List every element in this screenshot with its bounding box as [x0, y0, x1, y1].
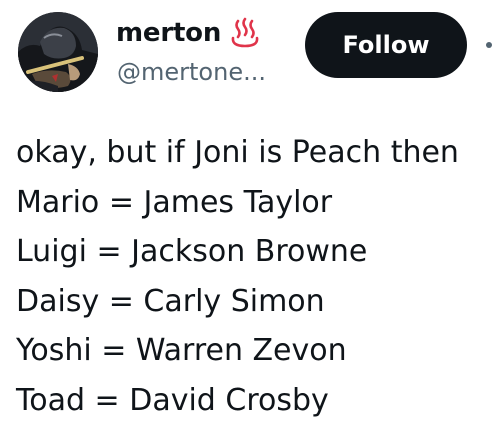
more-dot: [486, 42, 492, 48]
more-dots-icon[interactable]: [484, 30, 498, 60]
follow-button[interactable]: Follow: [305, 12, 467, 78]
tweet-line: Luigi = Jackson Browne: [16, 234, 368, 269]
tweet-line: Toad = David Crosby: [16, 382, 329, 418]
tweet-line: Mario = James Taylor: [16, 184, 333, 220]
tweet-line: Daisy = Carly Simon: [16, 283, 325, 319]
hot-springs-icon: [229, 17, 261, 49]
author-display-name[interactable]: merton: [116, 18, 221, 48]
tweet-line: okay, but if Joni is Peach then: [16, 135, 459, 170]
author-handle[interactable]: @mertone...: [117, 58, 266, 86]
author-name-row: merton: [116, 14, 261, 52]
avatar[interactable]: [18, 12, 98, 92]
tweet-text: okay, but if Joni is Peach then Mario = …: [16, 128, 498, 425]
tweet-line: Yoshi = Warren Zevon: [16, 333, 347, 368]
tweet-card: merton @mertone... Follow okay, but if J…: [0, 0, 498, 429]
